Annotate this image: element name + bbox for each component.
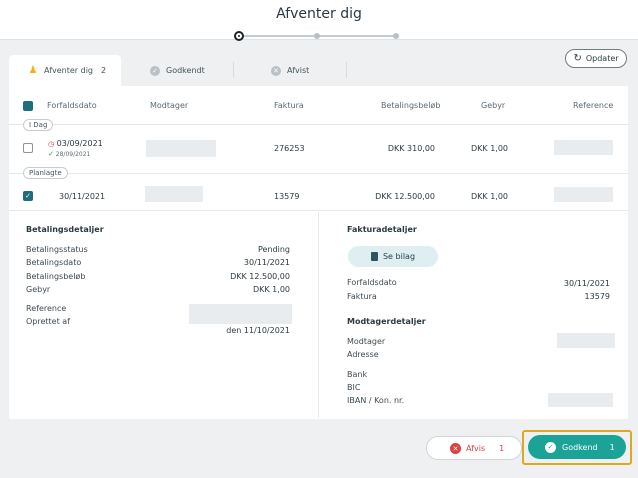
- col-header-due-date[interactable]: Forfaldsdato: [47, 101, 97, 110]
- invoice-number-label: Faktura: [347, 292, 377, 301]
- reference-redacted: [554, 140, 613, 155]
- tab-afventer-dig[interactable]: ♟ Afventer dig 2: [9, 55, 121, 86]
- recipient-label: Modtager: [347, 337, 386, 346]
- address-label: Adresse: [347, 350, 379, 359]
- refresh-label: Opdater: [585, 54, 619, 63]
- user-icon: ♟: [28, 65, 38, 76]
- tab-godkendt[interactable]: ✓ Godkendt: [150, 55, 205, 86]
- progress-stepper: [234, 31, 404, 41]
- due-date-text: 03/09/2021: [56, 139, 103, 148]
- tab-label: Afvist: [287, 66, 310, 75]
- row-due-date: ◷ 03/09/2021: [48, 139, 103, 148]
- page-title: Afventer dig: [276, 6, 362, 22]
- select-all-checkbox[interactable]: [23, 101, 33, 111]
- divider: [9, 210, 628, 211]
- row-checkbox[interactable]: ✓: [23, 191, 33, 201]
- payment-amount-value: DKK 12.500,00: [230, 272, 290, 281]
- col-header-reference[interactable]: Reference: [573, 101, 613, 110]
- refresh-icon: ↻: [573, 53, 582, 64]
- tab-divider: [233, 62, 234, 78]
- tab-label: Godkendt: [166, 66, 205, 75]
- payment-status-label: Betalingsstatus: [26, 245, 88, 254]
- payment-fee-value: DKK 1,00: [252, 285, 290, 294]
- col-header-invoice[interactable]: Faktura: [274, 101, 304, 110]
- recipient-redacted: [145, 186, 203, 202]
- payment-date-label: Betalingsdato: [26, 258, 82, 267]
- approve-count: 1: [609, 442, 615, 452]
- x-circle-icon: ✕: [450, 443, 461, 454]
- stepper-step-3[interactable]: [393, 33, 399, 39]
- invoice-due-label: Forfaldsdato: [347, 278, 397, 287]
- tab-label: Afventer dig: [44, 66, 93, 75]
- tab-afvist[interactable]: ✕ Afvist: [271, 55, 309, 86]
- invoice-number-value: 13579: [584, 292, 610, 301]
- approve-label: Godkend: [562, 442, 598, 452]
- row-invoice: 276253: [274, 144, 305, 153]
- row-checkbox[interactable]: [23, 143, 33, 153]
- reject-label: Afvis: [466, 443, 486, 453]
- divider: [9, 173, 628, 174]
- created-date: den 11/10/2021: [226, 326, 290, 335]
- check-icon: ✓: [48, 150, 54, 158]
- payment-date-value: 30/11/2021: [243, 258, 290, 267]
- stepper-step-2[interactable]: [314, 33, 320, 39]
- row-fee: DKK 1,00: [471, 144, 509, 153]
- row-amount: DKK 12.500,00: [375, 192, 435, 201]
- view-attachment-button[interactable]: Se bilag: [348, 246, 438, 267]
- row-invoice: 13579: [274, 192, 300, 201]
- tab-divider: [346, 62, 347, 78]
- payment-details-title: Betalingsdetaljer: [26, 225, 104, 234]
- bank-label: Bank: [347, 370, 368, 379]
- sub-date-text: 28/09/2021: [55, 151, 91, 158]
- group-label-today: I Dag: [23, 119, 54, 131]
- recipient-redacted: [557, 333, 615, 348]
- invoice-due-value: 30/11/2021: [563, 279, 610, 288]
- tab-count: 2: [101, 66, 107, 75]
- check-circle-icon: ✓: [545, 441, 556, 453]
- reject-count: 1: [499, 443, 505, 453]
- row-sub-date: ✓ 28/09/2021: [48, 150, 90, 158]
- reference-label: Reference: [26, 304, 67, 313]
- created-by-label: Oprettet af: [26, 317, 71, 326]
- payment-status-value: Pending: [258, 245, 290, 254]
- payment-amount-label: Betalingsbeløb: [26, 272, 86, 281]
- iban-redacted: [548, 393, 613, 407]
- x-circle-icon: ✕: [271, 65, 281, 76]
- group-label-scheduled: Planlagte: [23, 167, 68, 179]
- recipient-redacted: [146, 140, 216, 157]
- refresh-button[interactable]: ↻ Opdater: [565, 49, 627, 68]
- reference-redacted: [554, 187, 613, 202]
- col-header-fee[interactable]: Gebyr: [481, 101, 505, 110]
- payment-fee-label: Gebyr: [26, 285, 51, 294]
- row-fee: DKK 1,00: [471, 192, 509, 201]
- row-due-date: 30/11/2021: [59, 192, 106, 201]
- row-amount: DKK 310,00: [387, 144, 435, 153]
- reference-redacted: [189, 304, 292, 324]
- invoice-details-title: Fakturadetaljer: [347, 225, 417, 234]
- clock-icon: ◷: [48, 140, 55, 148]
- document-icon: [370, 252, 378, 261]
- recipient-details-title: Modtagerdetaljer: [347, 317, 426, 326]
- iban-label: IBAN / Kon. nr.: [347, 396, 405, 405]
- col-header-amount[interactable]: Betalingsbeløb: [381, 101, 440, 110]
- stepper-step-current[interactable]: [234, 31, 244, 41]
- attachment-label: Se bilag: [382, 252, 416, 261]
- details-divider: [318, 212, 319, 418]
- check-circle-icon: ✓: [150, 65, 160, 76]
- approve-button[interactable]: ✓ Godkend 1: [528, 435, 626, 459]
- divider: [9, 124, 628, 125]
- reject-button[interactable]: ✕ Afvis 1: [426, 436, 522, 460]
- bic-label: BIC: [347, 383, 361, 392]
- col-header-recipient[interactable]: Modtager: [150, 101, 188, 110]
